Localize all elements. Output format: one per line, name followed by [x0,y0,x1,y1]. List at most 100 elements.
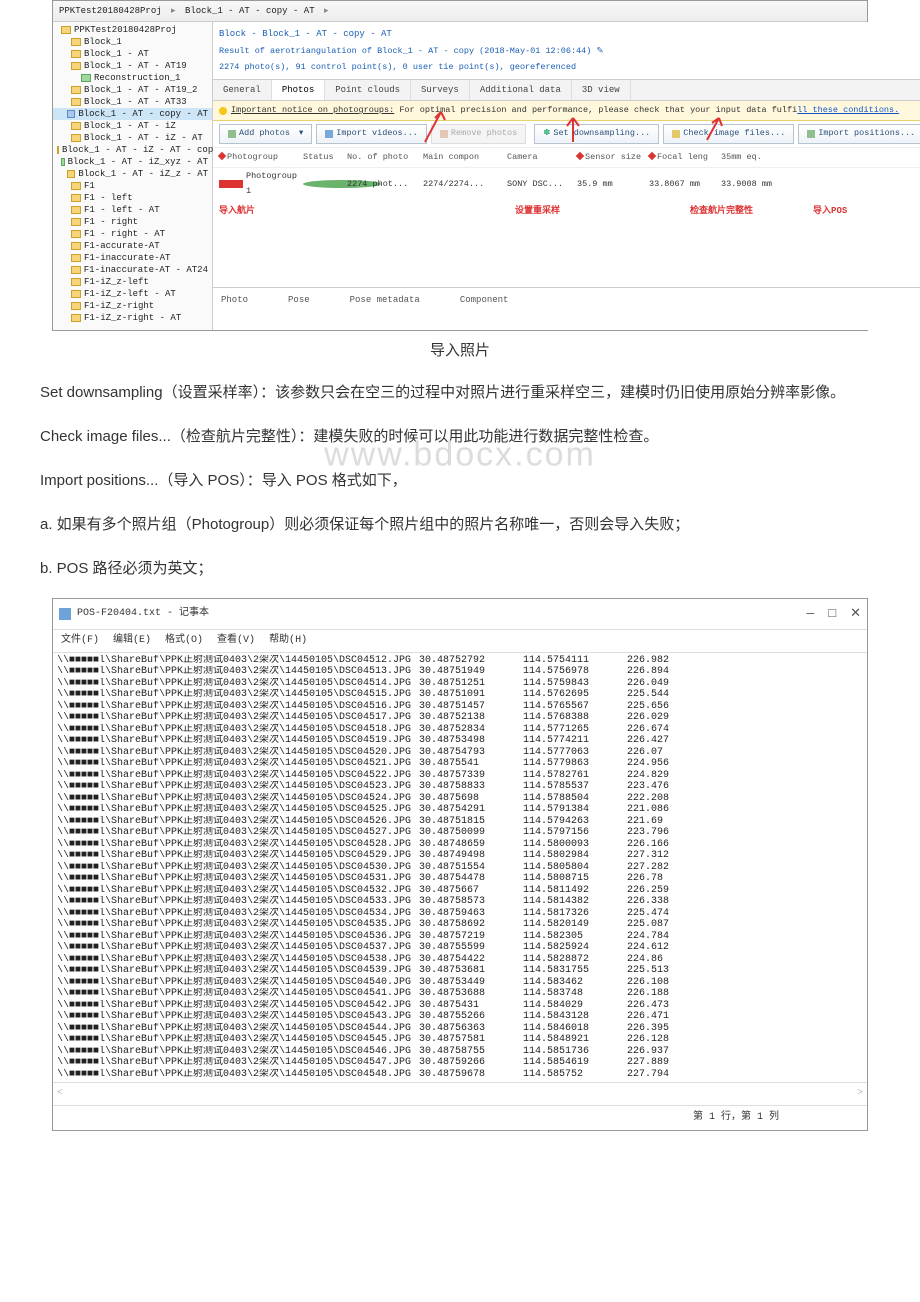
block-tabs: GeneralPhotosPoint cloudsSurveysAddition… [213,79,920,101]
folder-icon [71,38,81,46]
column-header[interactable]: Main compon [423,150,501,165]
pos-row: \\■■■■■l\ShareBuf\PPK正射测试0403\2架次\144501… [57,942,863,954]
photogroup-table-header: Photogroup Status No. of photo Main compon C… [213,148,920,168]
arrow-icon [423,104,453,144]
pos-row: \\■■■■■l\ShareBuf\PPK正射测试0403\2架次\144501… [57,862,863,874]
arrow-icon [563,114,583,144]
pos-row: \\■■■■■l\ShareBuf\PPK正射测试0403\2架次\144501… [57,839,863,851]
minimize-icon[interactable]: — [806,602,814,625]
folder-icon [71,206,81,214]
pos-row: \\■■■■■l\ShareBuf\PPK正射测试0403\2架次\144501… [57,712,863,724]
pos-row: \\■■■■■l\ShareBuf\PPK正射测试0403\2架次\144501… [57,747,863,759]
folder-icon [71,230,81,238]
menu-item[interactable]: 文件(F) [61,632,99,650]
pos-row: \\■■■■■l\ShareBuf\PPK正射测试0403\2架次\144501… [57,977,863,989]
column-header[interactable]: Sensor size [577,150,643,165]
warning-link[interactable]: ll these conditions. [797,105,899,115]
tree-item-label: F1-iZ_z-right - AT [84,310,181,326]
pos-row: \\■■■■■l\ShareBuf\PPK正射测试0403\2架次\144501… [57,908,863,920]
tab-photos[interactable]: Photos [272,80,325,100]
tab-general[interactable]: General [213,80,272,100]
pos-row: \\■■■■■l\ShareBuf\PPK正射测试0403\2架次\144501… [57,1034,863,1046]
breadcrumb: PPKTest20180428Proj ▸ Block_1 - AT - cop… [53,1,867,22]
folder-icon [61,158,65,166]
menu-item[interactable]: 帮助(H) [269,632,307,650]
arrow-icon [705,114,725,142]
column-header[interactable]: Status [303,150,341,165]
pos-row: \\■■■■■l\ShareBuf\PPK正射测试0403\2架次\144501… [57,701,863,713]
cell: 2274 phot... [347,177,417,192]
folder-icon [71,182,81,190]
menu-item[interactable]: 格式(O) [165,632,203,650]
column-header: 35mm eq. [721,150,762,165]
tab-additional-data[interactable]: Additional data [470,80,572,100]
check-image-files-button[interactable]: Check image files... [663,124,794,143]
np-title: POS-F20404.txt - 记事本 [77,605,209,623]
folder-icon [71,290,81,298]
pos-row: \\■■■■■l\ShareBuf\PPK正射测试0403\2架次\144501… [57,770,863,782]
menu-item[interactable]: 编辑(E) [113,632,151,650]
chevron-right-icon: ▸ [324,6,329,16]
details-tab[interactable]: Photo [221,292,248,308]
np-body[interactable]: \\■■■■■l\ShareBuf\PPK正射测试0403\2架次\144501… [53,653,867,1083]
tab-3d-view[interactable]: 3D view [572,80,631,100]
pos-row: \\■■■■■l\ShareBuf\PPK正射测试0403\2架次\144501… [57,988,863,1000]
folder-icon [71,62,81,70]
set-downsampling-button[interactable]: ✽Set downsampling... [534,124,659,143]
folder-icon [67,170,75,178]
tree-item[interactable]: PPKTest20180428Proj [53,24,212,36]
import-positions-button[interactable]: Import positions... [798,124,920,143]
add-photos-button[interactable]: Add photos▾ [219,124,312,143]
folder-icon [71,302,81,310]
warning-text: For optimal precision and performance, p… [394,105,797,115]
column-header[interactable]: Photogroup [219,150,297,165]
para-note-a: a. 如果有多个照片组（Photogroup）则必须保证每个照片组中的照片名称唯… [40,510,880,540]
pos-row: \\■■■■■l\ShareBuf\PPK正射测试0403\2架次\144501… [57,1057,863,1069]
folder-icon [71,194,81,202]
tree-item-label: Block_1 - AT - iZ_z - AT [78,166,208,182]
cell: Photogroup 1 [219,169,297,200]
details-tab[interactable]: Pose metadata [350,292,420,308]
pos-row: \\■■■■■l\ShareBuf\PPK正射测试0403\2架次\144501… [57,724,863,736]
block-subtitle-1: Result of aerotriangulation of Block_1 -… [213,44,920,59]
pos-row: \\■■■■■l\ShareBuf\PPK正射测试0403\2架次\144501… [57,1000,863,1012]
annot-import-photos: 导入航片 [219,203,255,219]
breadcrumb-seg-1[interactable]: PPKTest20180428Proj [59,6,162,16]
folder-icon [71,218,81,226]
column-header[interactable]: Camera [507,150,571,165]
project-tree[interactable]: PPKTest20180428ProjBlock_1Block_1 - ATBl… [53,22,213,330]
folder-icon [61,26,71,34]
folder-icon [71,98,81,106]
details-tab[interactable]: Component [460,292,509,308]
tab-surveys[interactable]: Surveys [411,80,470,100]
cell: 2274/2274... [423,177,501,192]
para-check-files: Check image files...（检查航片完整性）：建模失败的时候可以用… [40,422,880,452]
pos-row: \\■■■■■l\ShareBuf\PPK正射测试0403\2架次\144501… [57,954,863,966]
tree-item[interactable]: F1-iZ_z-right - AT [53,312,212,324]
photogroup-table-row[interactable]: Photogroup 12274 phot...2274/2274...SONY… [213,168,920,201]
menu-item[interactable]: 查看(V) [217,632,255,650]
np-statusbar: 第 1 行，第 1 列 [53,1105,867,1130]
folder-icon [71,50,81,58]
tab-point-clouds[interactable]: Point clouds [325,80,411,100]
folder-icon [71,278,81,286]
import-videos-button[interactable]: Import videos... [316,124,427,143]
pos-row: \\■■■■■l\ShareBuf\PPK正射测试0403\2架次\144501… [57,873,863,885]
pos-row: \\■■■■■l\ShareBuf\PPK正射测试0403\2架次\144501… [57,804,863,816]
pos-row: \\■■■■■l\ShareBuf\PPK正射测试0403\2架次\144501… [57,919,863,931]
np-menubar[interactable]: 文件(F) 编辑(E) 格式(O) 查看(V) 帮助(H) [53,630,867,653]
column-header[interactable]: No. of photo [347,150,417,165]
close-icon[interactable]: ✕ [850,602,861,625]
pos-row: \\■■■■■l\ShareBuf\PPK正射测试0403\2架次\144501… [57,965,863,977]
figure-caption: 导入照片 [0,337,920,364]
details-tab[interactable]: Pose [288,292,310,308]
breadcrumb-seg-2[interactable]: Block_1 - AT - copy - AT [185,6,315,16]
pos-row: \\■■■■■l\ShareBuf\PPK正射测试0403\2架次\144501… [57,850,863,862]
column-header[interactable]: Focal leng [649,150,715,165]
chevron-right-icon: ▸ [171,6,176,16]
warning-prefix: Important notice on photogroups: [231,105,394,115]
context-capture-screenshot: PPKTest20180428Proj ▸ Block_1 - AT - cop… [52,0,868,331]
np-hscroll[interactable]: <> [53,1082,867,1105]
pos-row: \\■■■■■l\ShareBuf\PPK正射测试0403\2架次\144501… [57,816,863,828]
maximize-icon[interactable]: □ [828,602,836,625]
